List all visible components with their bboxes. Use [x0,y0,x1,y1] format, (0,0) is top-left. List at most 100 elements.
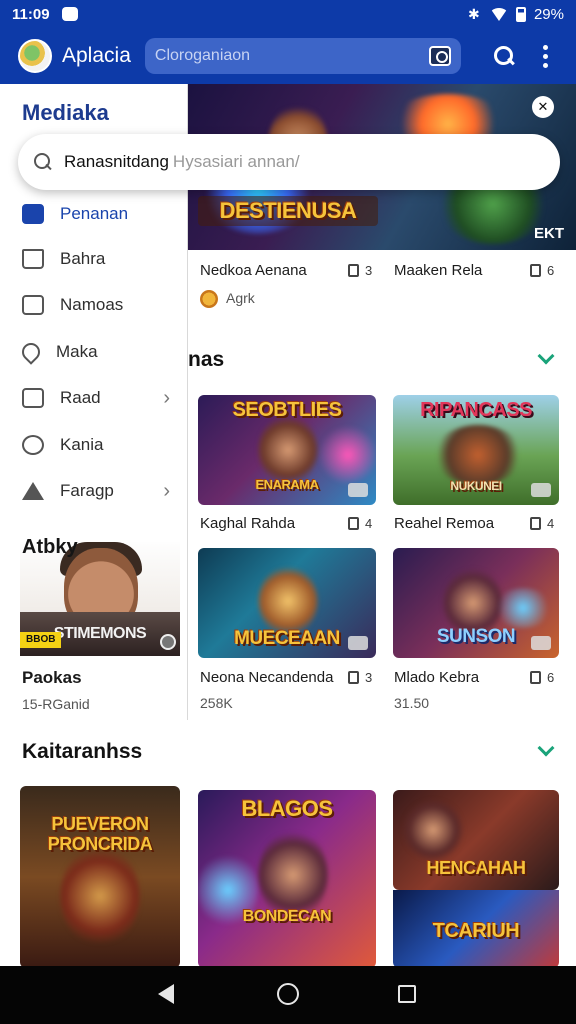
drawer-item-label: Faragp [60,481,114,500]
save-icon[interactable] [530,264,541,277]
search-placeholder: Hysasiari annan/ [172,152,300,171]
notification-icon [61,7,78,21]
drawer-item-label: Maka [56,342,98,361]
close-icon[interactable]: ✕ [532,96,554,118]
card-sub: Agrk [200,290,255,309]
back-icon[interactable] [158,984,174,1004]
home-icon[interactable] [277,983,299,1005]
card-meta: 6 [530,263,554,278]
game-thumbnail[interactable]: SUNSON [393,548,559,658]
house-icon [22,249,44,269]
search-icon[interactable] [493,45,515,67]
thumbnail-logo: RIPANCASS [420,399,532,421]
save-icon[interactable] [530,517,541,530]
status-time: 11:09 [12,5,50,23]
card-title[interactable]: Nedkoa Aenana [200,262,307,279]
featured-banner-logo: DESTIENUSA [198,196,378,226]
game-thumbnail[interactable]: MUECEAAN [198,548,376,658]
drawer-item-bahra[interactable]: Bahra [22,244,182,274]
game-thumbnail[interactable]: SEOBTLIES ENARAMA [198,395,376,505]
card-sub: 31.50 [394,695,430,711]
game-thumbnail[interactable]: PUEVERON PRONCRIDA [20,786,180,968]
drawer-title: Mediaka [22,100,109,125]
pin-icon [18,339,44,365]
chevron-right-icon: › [163,386,170,409]
app-bar: Aplacia Cloroganiaon [0,28,576,84]
thumbnail-sublogo: BONDECAN [242,908,332,925]
drawer-item-label: Penanan [60,204,129,223]
game-thumbnail[interactable]: TCARIUH [393,890,559,968]
card-title[interactable]: Reahel Remoa [394,515,494,532]
card-count: 3 [365,670,373,685]
app-search-placeholder: Cloroganiaon [154,47,251,64]
thumbnail-logo: BLAGOS [241,796,333,821]
wifi-icon [489,7,508,21]
card-title[interactable]: Kaghal Rahda [200,515,295,532]
drawer-item-label: Bahra [60,249,106,268]
mail-icon [22,295,44,315]
app-title: Aplacia [62,44,131,67]
card-meta: 3 [348,263,372,278]
help-icon [22,435,44,455]
profile-tag: BBOB [20,632,62,648]
game-thumbnail[interactable]: HENCAHAH [393,790,559,890]
card-count: 3 [365,263,373,278]
drawer-item-kania[interactable]: Kania [22,430,182,460]
thumbnail-logo: SEOBTLIES [232,399,342,421]
app-logo[interactable] [18,39,52,73]
badge-icon [348,636,368,650]
camera-icon[interactable] [428,46,451,66]
card-sub: 258K [200,695,233,711]
triangle-icon [22,482,44,500]
thumbnail-logo: PUEVERON PRONCRIDA [47,814,153,854]
drawer-item-namoas[interactable]: Namoas [22,290,182,320]
game-thumbnail[interactable]: RIPANCASS NUKUNEI [393,395,559,505]
card-meta: 4 [348,516,372,531]
system-nav-bar [0,966,576,1024]
search-query[interactable]: Ranasnitdang [64,152,169,172]
drawer-item-raad[interactable]: Raad › [22,383,182,413]
thumbnail-sublogo: TCARIUH [432,920,520,942]
drawer-item-label: Namoas [60,295,124,314]
save-icon[interactable] [530,671,541,684]
card-meta: 6 [530,670,554,685]
featured-banner-corner: EKT [534,225,564,242]
profile-card-image[interactable]: STIMEMONS BBOB [20,542,180,656]
card-title[interactable]: Neona Necandenda [200,669,333,686]
status-right: ✱ 29% [468,6,564,23]
more-options-icon[interactable] [542,44,549,68]
list-icon [22,388,44,408]
profile-subtitle: 15-RGanid [22,696,90,712]
section-title: nas [188,348,225,371]
chevron-down-icon[interactable] [537,739,555,757]
drawer-section-title: Atbky [22,536,78,558]
drawer-item-penanan[interactable]: Penanan [22,199,182,229]
status-dot-icon [160,634,176,650]
game-thumbnail[interactable]: BLAGOS BONDECAN [198,790,376,968]
recent-apps-icon[interactable] [398,985,416,1003]
drawer-item-label: Kania [60,435,104,454]
card-sub-text: Agrk [226,290,255,306]
chevron-down-icon[interactable] [537,347,555,365]
card-count: 4 [365,516,373,531]
drawer-item-maka[interactable]: Maka [18,337,182,367]
card-count: 4 [547,516,555,531]
save-icon[interactable] [348,671,359,684]
status-bar: 11:09 ✱ 29% [0,0,576,28]
app-search-field[interactable]: Cloroganiaon [144,38,461,74]
save-icon[interactable] [348,517,359,530]
badge-icon [531,483,551,497]
card-title[interactable]: Maaken Rela [394,262,482,279]
section-title: Kaitaranhss [22,740,143,763]
badge-icon [531,636,551,650]
checkbox-icon [22,204,44,224]
card-meta: 4 [530,516,554,531]
save-icon[interactable] [348,264,359,277]
card-title[interactable]: Mlado Kebra [394,669,479,686]
chevron-right-icon: › [163,479,170,502]
thumbnail-logo: HENCAHAH [426,858,527,878]
badge-icon [348,483,368,497]
profile-name: Paokas [22,668,82,687]
search-overlay[interactable]: Ranasnitdang Hysasiari annan/ [18,134,560,190]
drawer-item-faragp[interactable]: Faragp › [22,476,182,506]
